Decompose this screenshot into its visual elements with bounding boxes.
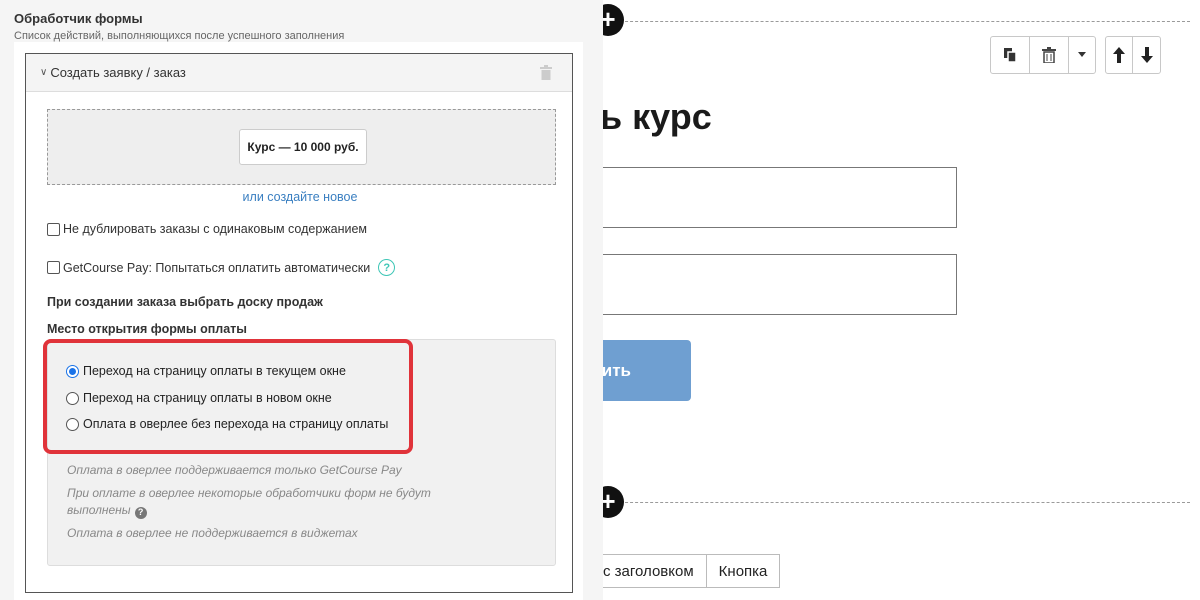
overlay-note-1: Оплата в оверлее поддерживается только G… <box>67 463 402 477</box>
radio-label-overlay: Оплата в оверлее без перехода на страниц… <box>83 417 389 431</box>
page-heading: ь курс <box>600 96 712 137</box>
gc-pay-checkbox[interactable] <box>47 261 60 274</box>
block-toolbar <box>990 36 1096 74</box>
overlay-note-3: Оплата в оверлее не поддерживается в вид… <box>67 526 358 540</box>
radio-label-new-window: Переход на страницу оплаты в новом окне <box>83 391 332 405</box>
action-trash-icon[interactable] <box>540 65 552 85</box>
radio-row-current-window[interactable]: Переход на страницу оплаты в текущем окн… <box>66 364 346 378</box>
panel-subtitle: Список действий, выполняющихся после усп… <box>14 30 345 42</box>
no-duplicate-checkbox[interactable] <box>47 222 60 236</box>
chevron-down-icon[interactable]: ∨ <box>40 67 47 78</box>
radio-new-window[interactable] <box>66 391 79 405</box>
radio-row-new-window[interactable]: Переход на страницу оплаты в новом окне <box>66 391 332 405</box>
caret-down-icon[interactable] <box>1069 37 1095 73</box>
move-toolbar <box>1105 36 1161 74</box>
sales-board-label: При создании заказа выбрать доску продаж <box>47 295 323 309</box>
copy-icon[interactable] <box>991 37 1030 73</box>
overlay-note-2: При оплате в оверлее некоторые обработчи… <box>67 485 447 519</box>
trash-icon[interactable] <box>1030 37 1069 73</box>
product-drop-area: Курс — 10 000 руб. <box>47 109 556 185</box>
block-divider-top <box>610 21 1190 22</box>
action-create-order: ∨ Создать заявку / заказ Курс — 10 000 р… <box>25 53 573 593</box>
page-form-input-2[interactable] <box>590 254 957 315</box>
payment-place-label: Место открытия формы оплаты <box>47 322 247 336</box>
arrow-up-icon[interactable] <box>1106 37 1133 73</box>
radio-row-overlay[interactable]: Оплата в оверлее без перехода на страниц… <box>66 417 388 431</box>
panel-title: Обработчик формы <box>14 11 143 26</box>
gc-pay-row: GetCourse Pay: Попытаться оплатить автом… <box>47 259 396 276</box>
page-form-input-1[interactable] <box>590 167 957 228</box>
no-duplicate-label: Не дублировать заказы с одинаковым содер… <box>63 222 368 236</box>
info-question-icon[interactable]: ? <box>134 506 147 519</box>
block-divider-bottom <box>610 502 1190 503</box>
gc-pay-label: GetCourse Pay: Попытаться оплатить автом… <box>63 260 371 275</box>
form-handler-panel: Обработчик формы Список действий, выполн… <box>0 0 603 600</box>
action-header[interactable]: ∨ Создать заявку / заказ <box>26 54 572 92</box>
block-type-tabs: с заголовком Кнопка <box>590 554 781 588</box>
radio-overlay[interactable] <box>66 417 79 431</box>
page-submit-button[interactable]: ить <box>590 340 691 401</box>
question-icon[interactable]: ? <box>378 259 396 276</box>
arrow-down-icon[interactable] <box>1133 37 1160 73</box>
product-select-button[interactable]: Курс — 10 000 руб. <box>239 129 367 165</box>
action-title: Создать заявку / заказ <box>50 65 186 80</box>
radio-label-current-window: Переход на страницу оплаты в текущем окн… <box>83 364 346 378</box>
no-duplicate-row: Не дублировать заказы с одинаковым содер… <box>47 222 367 236</box>
tab-with-heading[interactable]: с заголовком <box>590 554 707 588</box>
page-submit-label: ить <box>601 360 631 380</box>
create-new-link[interactable]: или создайте новое <box>26 190 574 204</box>
tab-button[interactable]: Кнопка <box>706 554 781 588</box>
overlay-note-2-text: При оплате в оверлее некоторые обработчи… <box>67 486 431 517</box>
radio-current-window[interactable] <box>66 364 79 378</box>
